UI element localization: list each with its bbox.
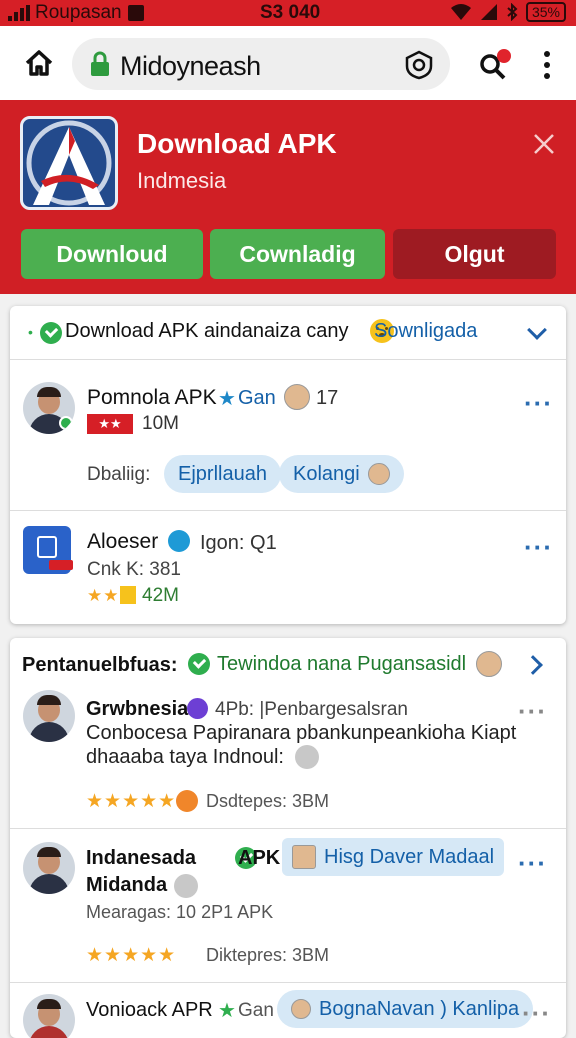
divider <box>10 828 566 829</box>
avatar <box>23 382 75 434</box>
banner-title: Download APK <box>137 128 337 159</box>
tag-pill-text: Kolangi <box>293 462 360 485</box>
link-icon <box>295 745 319 769</box>
search-icon[interactable] <box>476 48 512 84</box>
post-meta: Mearagas: 10 2P1 APK <box>86 902 274 922</box>
address-bar[interactable]: Midoyneash <box>72 38 450 90</box>
more-horiz-icon[interactable]: ··· <box>522 998 551 1029</box>
emoji-icon <box>176 790 198 812</box>
tag-pill-text: Ejprllauah <box>178 462 267 485</box>
lock-icon <box>91 51 109 76</box>
avatar <box>23 842 75 894</box>
check-icon <box>40 322 62 344</box>
tag-pill-text: BognaNavan ) Kanlipa <box>319 997 520 1020</box>
signal-strength-icon <box>480 4 497 20</box>
post-tag: APK <box>238 847 281 869</box>
signal-icon <box>8 5 30 21</box>
status-bar: Roupasan S3 040 35% <box>0 0 576 26</box>
verified-icon <box>168 530 190 552</box>
app-size: 42M <box>142 585 179 606</box>
url-text: Midoyneash <box>120 51 261 81</box>
more-horiz-icon[interactable]: ··· <box>524 532 553 563</box>
divider <box>10 510 566 511</box>
logout-button[interactable]: Olgut <box>393 229 556 279</box>
tag-pill[interactable]: Ejprllauah <box>164 455 281 493</box>
sim-icon <box>127 5 144 21</box>
carrier-name: Roupasan <box>35 2 122 23</box>
mini-avatar <box>284 384 310 410</box>
home-icon[interactable] <box>24 48 54 78</box>
app-meta: Cnk K: 381 <box>87 559 181 580</box>
close-icon[interactable] <box>532 132 556 156</box>
rating-stars: ★★★★★ <box>86 791 177 812</box>
tag-pill[interactable]: Hisg Daver Madaal <box>282 838 505 876</box>
post-tag: Gan <box>238 1000 274 1021</box>
post-tag: 4Pb: |Penbargesalsran <box>215 699 408 720</box>
feed-card: Pentanuelbfuas: Tewindoa nana Pugansasid… <box>10 638 566 1038</box>
post-desc: dhaaaba taya Indnoul: <box>86 746 284 768</box>
app-icon <box>23 526 73 574</box>
post-author[interactable]: Indanesada <box>86 847 196 870</box>
app-size: 10M <box>142 413 179 434</box>
card-header[interactable]: • Download APK aindanaiza cany Sownligad… <box>10 306 566 360</box>
shield-icon[interactable] <box>404 50 434 80</box>
check-icon <box>188 653 210 675</box>
chevron-down-icon[interactable] <box>527 320 547 340</box>
app-count: 17 <box>316 387 339 409</box>
battery-indicator: 35% <box>525 2 566 22</box>
post-desc: Conbocesa Papiranara pbankunpeankioha Ki… <box>86 722 517 744</box>
divider <box>10 982 566 983</box>
mini-avatar <box>292 845 316 869</box>
post-author[interactable]: Vonioack APR <box>86 999 213 1022</box>
more-horiz-icon[interactable]: ··· <box>518 848 547 879</box>
app-name[interactable]: Pomnola APK <box>87 386 217 410</box>
rating-stars: ★★ <box>87 586 120 605</box>
chevron-right-icon[interactable] <box>523 655 543 675</box>
avatar <box>23 690 75 742</box>
detail-label: Dbaliig: <box>87 464 151 485</box>
rating-stars: ★★★★★ <box>86 945 177 966</box>
post-author[interactable]: Grwbnesia <box>86 698 188 721</box>
wifi-icon <box>450 4 471 20</box>
bluetooth-icon <box>507 3 518 21</box>
app-logo <box>20 116 118 210</box>
download-alt-button[interactable]: Cownladig <box>210 229 385 279</box>
download-button[interactable]: Downloud <box>21 229 203 279</box>
avatar <box>23 994 75 1038</box>
banner-subtitle: Indmesia <box>137 168 227 193</box>
feed-header-label: Pentanuelbfuas: <box>22 654 178 676</box>
star-icon: ★ <box>218 388 236 410</box>
download-card: • Download APK aindanaiza cany Sownligad… <box>10 306 566 624</box>
more-vert-icon[interactable] <box>540 50 554 80</box>
browser-toolbar: Midoyneash <box>0 26 576 100</box>
post-author-line2: Midanda <box>86 874 168 896</box>
tag-pill[interactable]: BognaNavan ) Kanlipa <box>277 990 534 1028</box>
post-stats: Dsdtepes: 3BM <box>206 791 330 811</box>
card-header-link[interactable]: Sownligada <box>374 320 477 343</box>
tag-pill[interactable]: Kolangi <box>279 455 404 493</box>
bullet-icon: • <box>28 324 33 340</box>
mini-avatar <box>291 999 311 1019</box>
tag-pill-text: Hisg Daver Madaal <box>324 845 495 868</box>
more-horiz-icon[interactable]: ··· <box>524 388 553 419</box>
star-icon: ★ <box>218 1000 236 1022</box>
install-banner: Download APK Indmesia Downloud Cownladig… <box>0 100 576 294</box>
feed-header-text: Tewindoa nana Pugansasidl <box>217 653 467 675</box>
app-tag: Igon: Q1 <box>200 532 277 554</box>
card-header-text: Download APK aindanaiza cany <box>65 320 349 342</box>
link-icon <box>174 874 198 898</box>
mini-avatar <box>476 651 502 677</box>
app-name[interactable]: Aloeser <box>87 530 158 554</box>
verified-icon <box>187 698 208 719</box>
clock: S3 040 <box>260 2 321 23</box>
mini-avatar <box>367 463 390 485</box>
post-stats: Diktepres: 3BM <box>206 945 330 965</box>
more-horiz-icon[interactable]: ··· <box>518 696 547 727</box>
flag-icon: ★★ <box>87 414 133 434</box>
app-tag: Gan <box>238 387 276 409</box>
emoji-icon <box>120 586 136 604</box>
